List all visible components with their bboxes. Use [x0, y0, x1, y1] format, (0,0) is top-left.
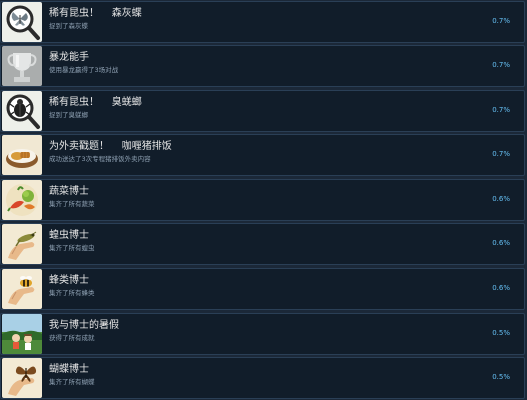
- unlock-percentage: 0.7%: [492, 61, 510, 69]
- achievement-title: 蝗虫博士: [49, 230, 89, 241]
- achievement-description: 获得了所有成就: [49, 334, 95, 342]
- achievement-description: 集齐了所有蝴蝶: [49, 378, 95, 386]
- achievement-description: 成功送达了3次专程猪排饭外卖内容: [49, 155, 151, 163]
- achievement-description: 捉到了森灰蝶: [49, 22, 88, 30]
- bee-hand-icon: [2, 269, 42, 309]
- achievement-row[interactable]: 蔬菜博士 集齐了所有蔬菜 0.6%: [0, 179, 525, 221]
- achievement-title: 稀有昆虫！ 森灰蝶: [49, 8, 142, 19]
- achievement-title: 蝴蝶博士: [49, 364, 89, 375]
- achievement-row[interactable]: 为外卖戳题！ 咖喱猪排饭 成功送达了3次专程猪排饭外卖内容 0.7%: [0, 134, 525, 176]
- magnifier-beetle-icon: [2, 91, 42, 131]
- achievement-row[interactable]: 稀有昆虫！ 臭蜣螂 捉到了臭蜣螂 0.7%: [0, 90, 525, 132]
- unlock-percentage: 0.7%: [492, 150, 510, 158]
- curry-bowl-icon: [2, 135, 42, 175]
- grasshopper-hand-icon: [2, 224, 42, 264]
- butterfly-hand-icon: [2, 358, 42, 398]
- unlock-percentage: 0.6%: [492, 195, 510, 203]
- achievement-row[interactable]: 我与博士的暑假 获得了所有成就 0.5%: [0, 313, 525, 355]
- unlock-percentage: 0.7%: [492, 17, 510, 25]
- achievement-description: 集齐了所有蔬菜: [49, 200, 95, 208]
- achievement-title: 为外卖戳题！ 咖喱猪排饭: [49, 141, 172, 152]
- achievement-row[interactable]: 蝴蝶博士 集齐了所有蝴蝶 0.5%: [0, 357, 525, 399]
- achievement-description: 使用暴龙赢得了3场对战: [49, 66, 119, 74]
- magnifier-butterfly-icon: [2, 2, 42, 42]
- achievement-description: 捉到了臭蜣螂: [49, 111, 88, 119]
- trophy-icon: [2, 46, 42, 86]
- achievement-row[interactable]: 蝗虫博士 集齐了所有蝗虫 0.6%: [0, 223, 525, 265]
- achievement-description: 集齐了所有蝗虫: [49, 244, 95, 252]
- unlock-percentage: 0.5%: [492, 373, 510, 381]
- unlock-percentage: 0.7%: [492, 106, 510, 114]
- vegetables-icon: [2, 180, 42, 220]
- unlock-percentage: 0.6%: [492, 239, 510, 247]
- achievement-row[interactable]: 蜂类博士 集齐了所有蜂类 0.6%: [0, 268, 525, 310]
- achievement-row[interactable]: 稀有昆虫！ 森灰蝶 捉到了森灰蝶 0.7%: [0, 1, 525, 43]
- achievement-title: 暴龙能手: [49, 52, 89, 63]
- unlock-percentage: 0.6%: [492, 284, 510, 292]
- achievement-row[interactable]: 暴龙能手 使用暴龙赢得了3场对战 0.7%: [0, 45, 525, 87]
- unlock-percentage: 0.5%: [492, 329, 510, 337]
- achievement-title: 稀有昆虫！ 臭蜣螂: [49, 97, 142, 108]
- achievement-title: 我与博士的暑假: [49, 320, 119, 331]
- achievement-description: 集齐了所有蜂类: [49, 289, 95, 297]
- achievement-list: 稀有昆虫！ 森灰蝶 捉到了森灰蝶 0.7% 暴龙能手 使用暴龙赢得了3场对战 0…: [0, 0, 527, 400]
- achievement-title: 蜂类博士: [49, 275, 89, 286]
- summer-scene-icon: [2, 314, 42, 354]
- achievement-title: 蔬菜博士: [49, 186, 89, 197]
